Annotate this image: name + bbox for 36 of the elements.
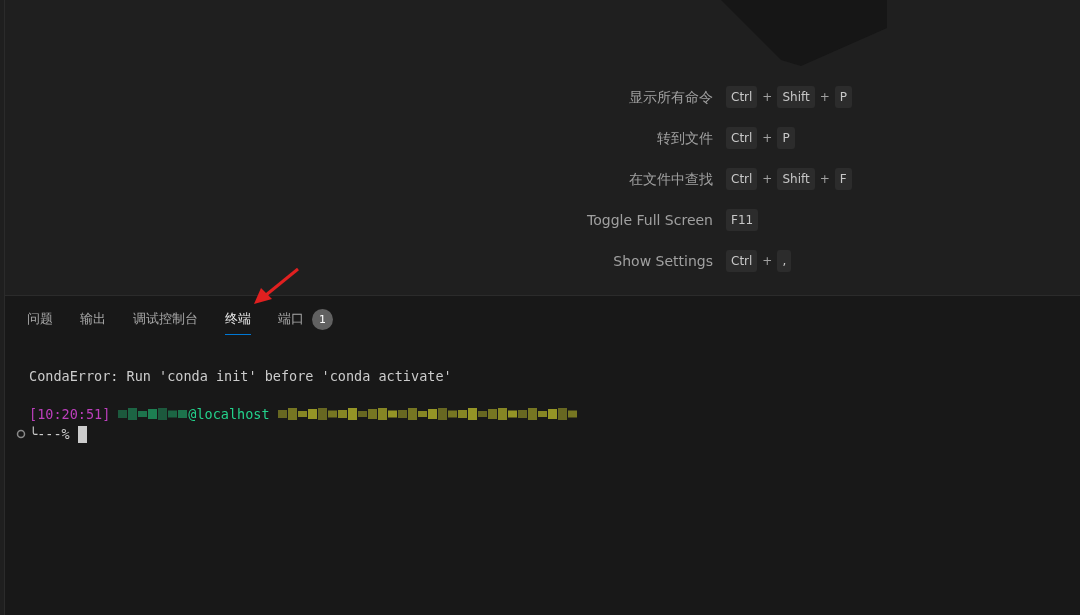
annotation-arrow (252, 266, 302, 306)
key-cap: P (834, 86, 852, 108)
shortcut-label: Toggle Full Screen (587, 211, 713, 230)
terminal-cursor (77, 425, 87, 443)
key-cap: Shift (777, 86, 815, 108)
key-cap: Ctrl (726, 127, 758, 149)
error-message: CondaError: Run 'conda init' before 'conda activate' (29, 368, 452, 384)
shortcut-label: 在文件中查找 (629, 170, 713, 189)
plus-sign: + (762, 172, 773, 186)
key-cap: , (777, 250, 792, 272)
plus-sign: + (762, 131, 773, 145)
count-badge: 1 (312, 308, 333, 330)
panel-tab[interactable]: 端口 1 (278, 305, 333, 337)
plus-sign: + (819, 172, 830, 186)
prompt-host: @localhost (188, 406, 270, 422)
shortcut-label: 显示所有命令 (629, 88, 713, 107)
panel-tab[interactable]: 终端 (225, 307, 251, 335)
panel-tab[interactable]: 问题 (27, 307, 53, 335)
prompt-time: [10:20:51] (29, 406, 111, 422)
shortcut-label: Show Settings (613, 252, 713, 271)
key-cap: F11 (726, 209, 759, 231)
panel-tab[interactable]: 输出 (80, 307, 106, 335)
key-cap: P (777, 127, 795, 149)
key-cap: Ctrl (726, 250, 758, 272)
plus-sign: + (762, 254, 773, 268)
key-cap: Ctrl (726, 168, 758, 190)
prompt-symbol: ╰---% (29, 426, 70, 442)
key-cap: F (834, 168, 852, 190)
key-cap: Shift (777, 168, 815, 190)
panel-tab[interactable]: 调试控制台 (133, 307, 198, 335)
tab-label: 端口 (278, 310, 304, 328)
plus-sign: + (819, 90, 830, 104)
key-cap: Ctrl (726, 86, 758, 108)
plus-sign: + (762, 90, 773, 104)
shortcut-label: 转到文件 (657, 129, 713, 148)
status-circle-icon (16, 429, 26, 439)
